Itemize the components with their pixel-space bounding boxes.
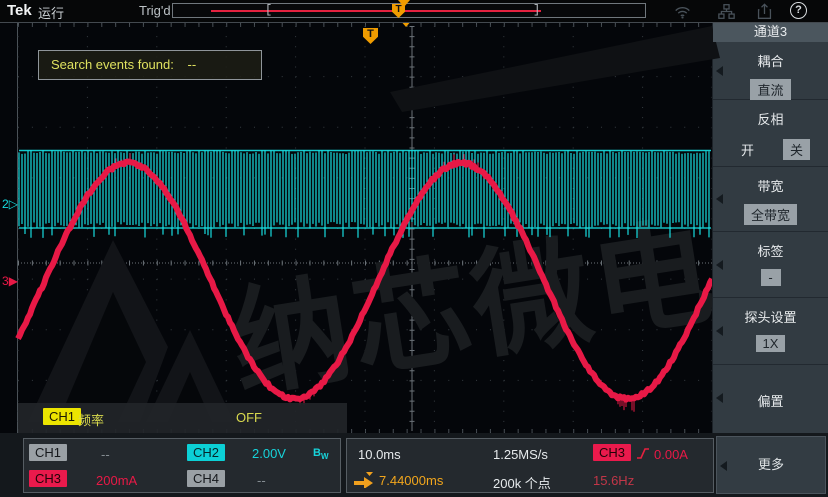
sample-rate-value: 1.25MS/s xyxy=(493,447,548,462)
ch3-marker-number: 3 xyxy=(2,274,9,288)
invert-on-option[interactable]: 开 xyxy=(741,140,754,159)
search-events-banner: Search events found: -- xyxy=(38,50,262,80)
menu-item-more[interactable]: 更多 xyxy=(716,436,826,494)
side-menu-title: 通道3 xyxy=(713,22,828,42)
channel-readout-panel: CH1 -- CH2 2.00V BW CH3 200mA CH4 -- xyxy=(23,438,341,493)
delay-arrow-icon xyxy=(353,471,377,488)
bottom-status-strip: CH1 -- CH2 2.00V BW CH3 200mA CH4 -- 10.… xyxy=(0,433,828,497)
more-label: 更多 xyxy=(717,437,825,493)
search-events-label: Search events found: xyxy=(51,57,174,72)
horizontal-trigger-panel: 10.0ms 1.25MS/s CH3 0.00A 7.44000ms 200k… xyxy=(346,438,714,493)
window-right-bracket: ] xyxy=(533,3,540,17)
measurement-bar[interactable]: CH1 频率 OFF xyxy=(18,403,347,433)
menu-item-coupling[interactable]: 耦合 直流 xyxy=(713,42,828,100)
time-scale-value: 10.0ms xyxy=(358,447,401,462)
ch3-badge[interactable]: CH3 xyxy=(29,470,67,487)
ch4-badge[interactable]: CH4 xyxy=(187,470,225,487)
search-events-count: -- xyxy=(187,57,196,72)
menu-item-offset[interactable]: 偏置 xyxy=(713,365,828,431)
oscilloscope-screen: Tek 运行 Trig'd [ ] T ? xyxy=(0,0,828,497)
horizontal-delay-value: 7.44000ms xyxy=(379,473,443,488)
ch2-position-marker[interactable]: 2▷ xyxy=(2,198,18,210)
menu-arrow-icon xyxy=(716,194,723,204)
ch2-bandwidth-limit-icon: BW xyxy=(313,447,329,461)
ch3-position-marker[interactable]: 3▶ xyxy=(2,275,18,287)
menu-arrow-icon xyxy=(716,326,723,336)
menu-item-bandwidth[interactable]: 带宽 全带宽 xyxy=(713,167,828,232)
trigger-slope-rising-icon xyxy=(636,446,650,461)
bandwidth-label: 带宽 xyxy=(713,167,828,195)
record-extent-line xyxy=(211,10,541,12)
menu-item-invert[interactable]: 反相 开 关 xyxy=(713,100,828,167)
ch2-marker-number: 2 xyxy=(2,197,9,211)
trigger-source-badge[interactable]: CH3 xyxy=(593,444,631,461)
export-icon[interactable] xyxy=(756,3,773,20)
waveform-traces xyxy=(0,22,712,433)
menu-item-probe[interactable]: 探头设置 1X xyxy=(713,298,828,365)
measurement-value: OFF xyxy=(236,410,262,425)
trigger-marker-top-icon xyxy=(398,0,410,7)
ch3-marker-arrow-icon: ▶ xyxy=(9,274,18,288)
offset-label: 偏置 xyxy=(713,365,828,410)
measurement-channel-badge[interactable]: CH1 xyxy=(43,408,81,425)
acquisition-status: 运行 xyxy=(38,3,64,22)
tag-label: 标签 xyxy=(713,232,828,260)
ch1-scale-value: -- xyxy=(101,447,110,462)
top-status-bar: Tek 运行 Trig'd [ ] T ? xyxy=(0,0,828,23)
invert-off-option[interactable]: 关 xyxy=(783,139,810,160)
menu-arrow-icon xyxy=(716,260,723,270)
probe-label: 探头设置 xyxy=(713,298,828,326)
probe-value[interactable]: 1X xyxy=(756,335,786,352)
menu-item-tag[interactable]: 标签 - xyxy=(713,232,828,298)
trigger-level-value: 0.00A xyxy=(654,447,688,462)
help-icon[interactable]: ? xyxy=(790,2,807,19)
ch2-scale-value: 2.00V xyxy=(252,446,286,461)
ch1-badge[interactable]: CH1 xyxy=(29,444,67,461)
network-icon[interactable] xyxy=(718,3,735,20)
ch2-marker-arrow-icon: ▷ xyxy=(9,197,18,211)
record-length-value: 200k 个点 xyxy=(493,473,551,492)
tek-logo: Tek xyxy=(7,2,32,19)
ch2-badge[interactable]: CH2 xyxy=(187,444,225,461)
window-left-bracket: [ xyxy=(265,3,272,17)
ch4-scale-value: -- xyxy=(257,473,266,488)
coupling-label: 耦合 xyxy=(713,42,828,70)
ch3-scale-value: 200mA xyxy=(96,473,137,488)
tag-value[interactable]: - xyxy=(761,269,781,286)
waveform-display: T 2▷ 3▶ Search events found: -- CH1 频率 O… xyxy=(0,22,712,433)
bandwidth-value[interactable]: 全带宽 xyxy=(744,204,797,225)
side-menu-channel3: 通道3 耦合 直流 反相 开 关 带宽 全带宽 标签 - 探头设置 1X xyxy=(712,22,828,433)
measurement-type-label: 频率 xyxy=(78,410,104,429)
invert-label: 反相 xyxy=(713,100,828,128)
wifi-icon[interactable] xyxy=(674,3,691,20)
trigger-frequency-value: 15.6Hz xyxy=(593,473,634,488)
coupling-value[interactable]: 直流 xyxy=(750,79,790,100)
trigger-status: Trig'd xyxy=(139,3,171,18)
